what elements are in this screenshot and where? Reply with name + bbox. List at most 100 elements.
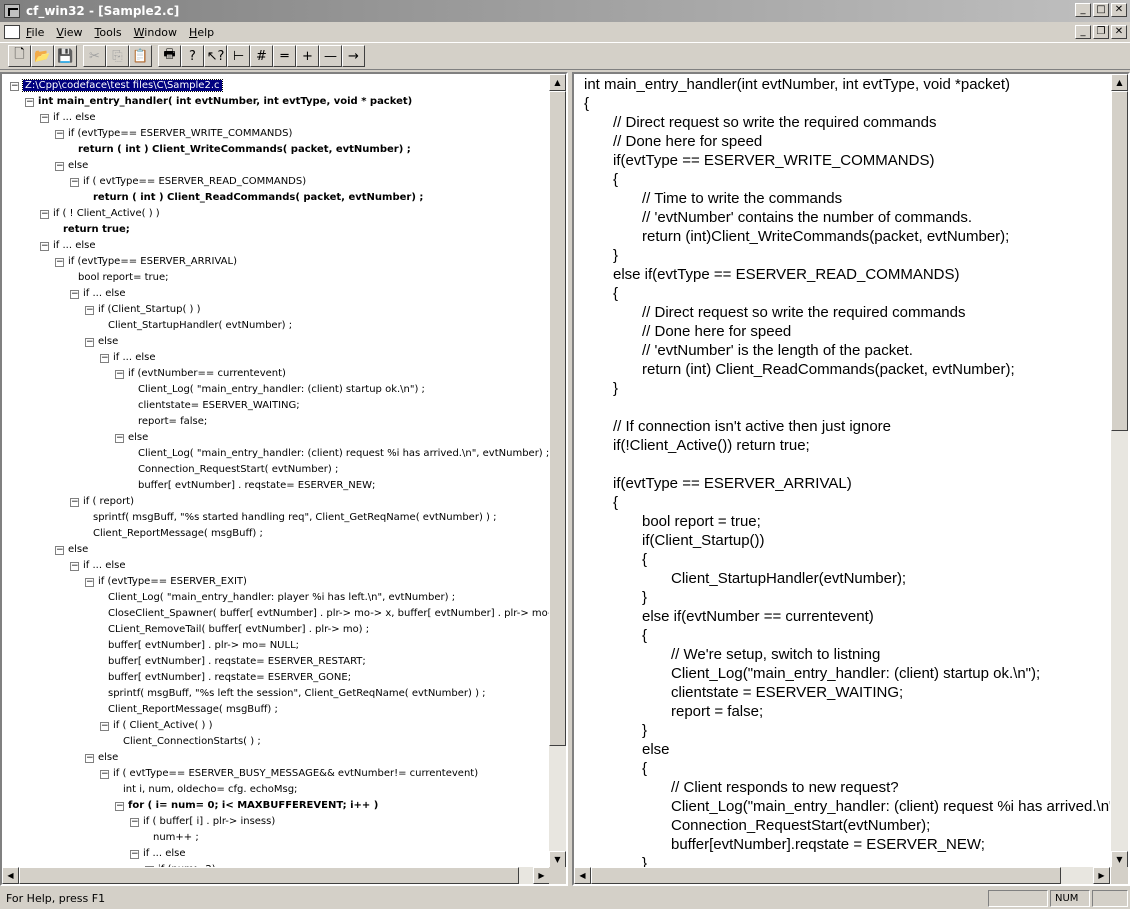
tree-node[interactable]: − for ( i= num= 0; i< MAXBUFFEREVENT; i++… — [115, 798, 378, 814]
tree-node[interactable]: buffer[ evtNumber] . plr-> mo= NULL; — [100, 638, 299, 654]
tree-node[interactable]: return ( int ) Client_WriteCommands( pac… — [70, 142, 411, 158]
plus-button[interactable]: + — [296, 45, 319, 67]
tree-node[interactable]: buffer[ evtNumber] . reqstate= ESERVER_N… — [130, 478, 375, 494]
collapse-toggle-icon[interactable]: − — [100, 769, 109, 779]
tree-node[interactable]: clientstate= ESERVER_WAITING; — [130, 398, 300, 414]
tree-node[interactable]: − if ( evtType== ESERVER_BUSY_MESSAGE&& e… — [100, 766, 478, 782]
scroll-thumb[interactable] — [19, 867, 519, 884]
tree-node[interactable]: report= false; — [130, 414, 207, 430]
save-button[interactable]: 💾 — [54, 45, 77, 67]
collapse-toggle-icon[interactable]: − — [55, 545, 64, 555]
collapse-toggle-icon[interactable]: − — [115, 433, 124, 443]
outline-horizontal-scrollbar[interactable]: ◀ ▶ — [2, 867, 550, 884]
collapse-button[interactable]: ═ — [273, 45, 296, 67]
collapse-toggle-icon[interactable]: − — [40, 209, 49, 219]
context-help-button[interactable]: ↖? — [204, 45, 227, 67]
tree-node[interactable]: return true; — [55, 222, 130, 238]
tree-node[interactable]: Client_Log( "main_entry_handler: player … — [100, 590, 455, 606]
scroll-down-icon[interactable]: ▼ — [549, 851, 566, 868]
code-vertical-scrollbar[interactable]: ▲ ▼ — [1111, 74, 1128, 868]
collapse-toggle-icon[interactable]: − — [130, 817, 139, 827]
outline-vertical-scrollbar[interactable]: ▲ ▼ — [549, 74, 566, 868]
scroll-left-icon[interactable]: ◀ — [574, 867, 591, 884]
help-button[interactable]: ? — [181, 45, 204, 67]
tree-node[interactable]: buffer[ evtNumber] . reqstate= ESERVER_G… — [100, 670, 351, 686]
tree-node[interactable]: Client_ReportMessage( msgBuff) ; — [100, 702, 278, 718]
collapse-toggle-icon[interactable]: − — [55, 161, 64, 171]
tree-node[interactable]: Connection_RequestStart( evtNumber) ; — [130, 462, 338, 478]
tree-node[interactable]: − if (evtType== ESERVER_WRITE_COMMANDS) — [55, 126, 292, 142]
collapse-toggle-icon[interactable]: − — [85, 337, 94, 347]
document-icon[interactable] — [4, 25, 20, 39]
menu-tools[interactable]: Tools — [89, 26, 128, 39]
collapse-toggle-icon[interactable]: − — [85, 753, 94, 763]
maximize-button[interactable]: □ — [1093, 3, 1109, 17]
code-horizontal-scrollbar[interactable]: ◀ ▶ — [574, 867, 1110, 884]
open-folder-button[interactable]: 📂 — [31, 45, 54, 67]
tree-node[interactable]: Client_ReportMessage( msgBuff) ; — [85, 526, 263, 542]
minus-button[interactable]: — — [319, 45, 342, 67]
scroll-thumb[interactable] — [591, 867, 1061, 884]
tree-node[interactable]: − if ( evtType== ESERVER_READ_COMMANDS) — [70, 174, 306, 190]
scroll-right-icon[interactable]: ▶ — [533, 867, 550, 884]
tree-node[interactable]: − if ( Client_Active( ) ) — [100, 718, 213, 734]
tree-node[interactable]: Client_ConnectionStarts( ) ; — [115, 734, 261, 750]
collapse-toggle-icon[interactable]: − — [70, 561, 79, 571]
tree-node[interactable]: sprintf( msgBuff, "%s left the session",… — [100, 686, 486, 702]
tree-node[interactable]: − if ... else — [40, 238, 96, 254]
collapse-toggle-icon[interactable]: − — [70, 497, 79, 507]
tree-node[interactable]: − else — [55, 158, 88, 174]
mdi-minimize-button[interactable]: _ — [1075, 25, 1091, 39]
collapse-toggle-icon[interactable]: − — [70, 177, 79, 187]
tree-node[interactable]: − else — [115, 430, 148, 446]
collapse-toggle-icon[interactable]: − — [25, 97, 34, 107]
tree-node[interactable]: Client_Log( "main_entry_handler: (client… — [130, 382, 425, 398]
menu-view[interactable]: View — [50, 26, 88, 39]
mdi-restore-button[interactable]: ❐ — [1093, 25, 1109, 39]
tree-node[interactable]: sprintf( msgBuff, "%s started handling r… — [85, 510, 496, 526]
collapse-toggle-icon[interactable]: − — [100, 353, 109, 363]
menu-window[interactable]: Window — [128, 26, 183, 39]
collapse-toggle-icon[interactable]: − — [100, 721, 109, 731]
tree-node[interactable]: − Z:\Cpp\codeface\test files\C\Sample2.c — [10, 78, 223, 94]
cut-button[interactable]: ✂ — [83, 45, 106, 67]
menu-file[interactable]: File — [20, 26, 50, 39]
tree-node[interactable]: − if ... else — [70, 558, 126, 574]
tree-node[interactable]: − if ( report) — [70, 494, 134, 510]
tree-node[interactable]: − if (evtNumber== currentevent) — [115, 366, 286, 382]
scroll-up-icon[interactable]: ▲ — [1111, 74, 1128, 91]
tree-node[interactable]: − int main_entry_handler( int evtNumber, … — [25, 94, 412, 110]
collapse-toggle-icon[interactable]: − — [130, 849, 139, 859]
collapse-toggle-icon[interactable]: − — [55, 257, 64, 267]
close-button[interactable]: ✕ — [1111, 3, 1127, 17]
collapse-toggle-icon[interactable]: − — [85, 305, 94, 315]
scroll-thumb[interactable] — [1111, 91, 1128, 431]
new-file-button[interactable]: 🗋 — [8, 45, 31, 67]
collapse-toggle-icon[interactable]: − — [10, 81, 19, 91]
scroll-up-icon[interactable]: ▲ — [549, 74, 566, 91]
tree-node[interactable]: Client_StartupHandler( evtNumber) ; — [100, 318, 292, 334]
scroll-right-icon[interactable]: ▶ — [1093, 867, 1110, 884]
collapse-toggle-icon[interactable]: − — [70, 289, 79, 299]
minimize-button[interactable]: _ — [1075, 3, 1091, 17]
scroll-left-icon[interactable]: ◀ — [2, 867, 19, 884]
tree-node[interactable]: buffer[ evtNumber] . reqstate= ESERVER_R… — [100, 654, 366, 670]
tree-node[interactable]: int i, num, oldecho= cfg. echoMsg; — [115, 782, 297, 798]
tree-node[interactable]: CloseClient_Spawner( buffer[ evtNumber] … — [100, 606, 550, 622]
tree-node[interactable]: − if ( buffer[ i] . plr-> insess) — [130, 814, 275, 830]
tree-node[interactable]: − else — [85, 750, 118, 766]
collapse-toggle-icon[interactable]: − — [115, 369, 124, 379]
tree-node[interactable]: − if ( ! Client_Active( ) ) — [40, 206, 160, 222]
tree-node[interactable]: − if ... else — [70, 286, 126, 302]
tree-node[interactable]: − if (Client_Startup( ) ) — [85, 302, 201, 318]
tree-view-button[interactable]: ⊢ — [227, 45, 250, 67]
tree-node[interactable]: − if ... else — [100, 350, 156, 366]
mdi-close-button[interactable]: ✕ — [1111, 25, 1127, 39]
tree-node[interactable]: Client_Log( "main_entry_handler: (client… — [130, 446, 549, 462]
tree-node[interactable]: return ( int ) Client_ReadCommands( pack… — [85, 190, 423, 206]
tree-node[interactable]: num++ ; — [145, 830, 199, 846]
collapse-toggle-icon[interactable]: − — [115, 801, 124, 811]
tree-node[interactable]: − if ... else — [40, 110, 96, 126]
copy-button[interactable]: ⎘ — [106, 45, 129, 67]
tree-node[interactable]: bool report= true; — [70, 270, 169, 286]
